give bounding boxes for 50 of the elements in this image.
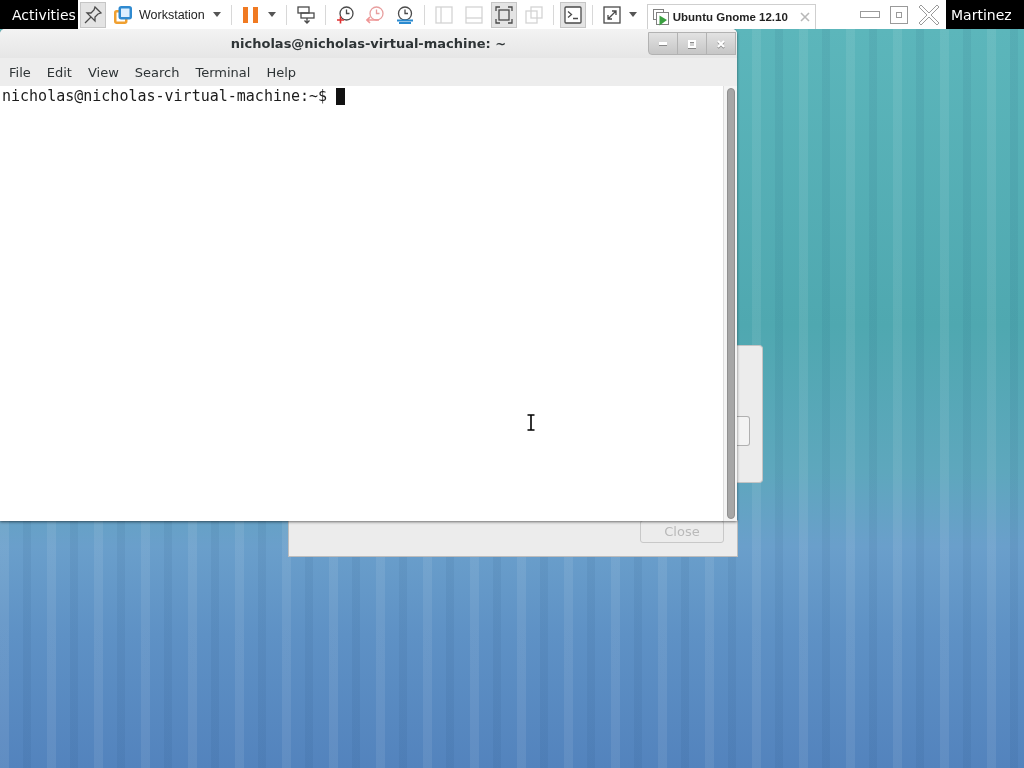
console-view-button[interactable] [490, 1, 517, 28]
maximize-button[interactable] [890, 5, 908, 24]
clock-plus-icon [335, 5, 354, 24]
clock-stack-icon [395, 5, 414, 24]
overlapped-windows-icon [524, 5, 543, 24]
overlapping-squares-icon [114, 5, 132, 24]
app-menu-button[interactable]: Workstation [110, 1, 225, 28]
menu-item[interactable]: Terminal [187, 61, 259, 83]
monitor-arrow-icon [296, 5, 315, 24]
maximize-icon [688, 39, 696, 48]
vm-tab[interactable]: Ubuntu Gnome 12.10 [646, 4, 816, 29]
minimize-icon [659, 42, 667, 45]
bottom-panel-icon [464, 5, 483, 24]
scrollbar-thumb[interactable] [726, 88, 735, 519]
terminal-icon [563, 5, 582, 24]
minimize-button[interactable] [860, 11, 880, 18]
pin-button[interactable] [80, 1, 106, 28]
menu-item[interactable]: Help [258, 61, 305, 83]
close-icon [918, 3, 940, 26]
minimize-icon [860, 11, 880, 18]
close-icon [717, 39, 725, 48]
i-beam-cursor-icon [527, 414, 535, 431]
console-button[interactable] [559, 1, 586, 28]
menu-item[interactable]: View [79, 61, 127, 83]
sidebar-panel-icon [434, 5, 453, 24]
user-menu[interactable]: Martinez [946, 0, 1024, 29]
pin-icon [84, 5, 102, 24]
maximize-button[interactable] [677, 32, 707, 55]
cursor-block-icon [336, 88, 346, 105]
close-icon [799, 12, 810, 22]
caret-icon [212, 12, 221, 17]
dialog-button[interactable] [737, 416, 750, 446]
prompt-text: nicholas@nicholas-virtual-machine:~$ [2, 88, 328, 105]
close-button[interactable] [918, 3, 940, 26]
activities-button[interactable]: Activities [0, 0, 78, 29]
pause-icon [241, 5, 260, 24]
expand-arrows-icon [602, 5, 621, 24]
menu-item[interactable]: Search [126, 61, 188, 83]
clock-arrow-icon [365, 5, 384, 24]
caret-icon [628, 12, 637, 17]
menu-item[interactable]: Edit [38, 61, 80, 83]
close-button[interactable] [706, 32, 736, 55]
play-window-icon [652, 8, 669, 26]
close-tab-button[interactable] [799, 12, 810, 22]
maximize-icon [890, 5, 908, 24]
minimize-button[interactable] [648, 32, 678, 55]
caret-icon [267, 12, 276, 17]
frame-corners-icon [494, 5, 513, 24]
menu-item[interactable]: File [1, 61, 39, 83]
window-title: nicholas@nicholas-virtual-machine: ~ [230, 36, 507, 51]
